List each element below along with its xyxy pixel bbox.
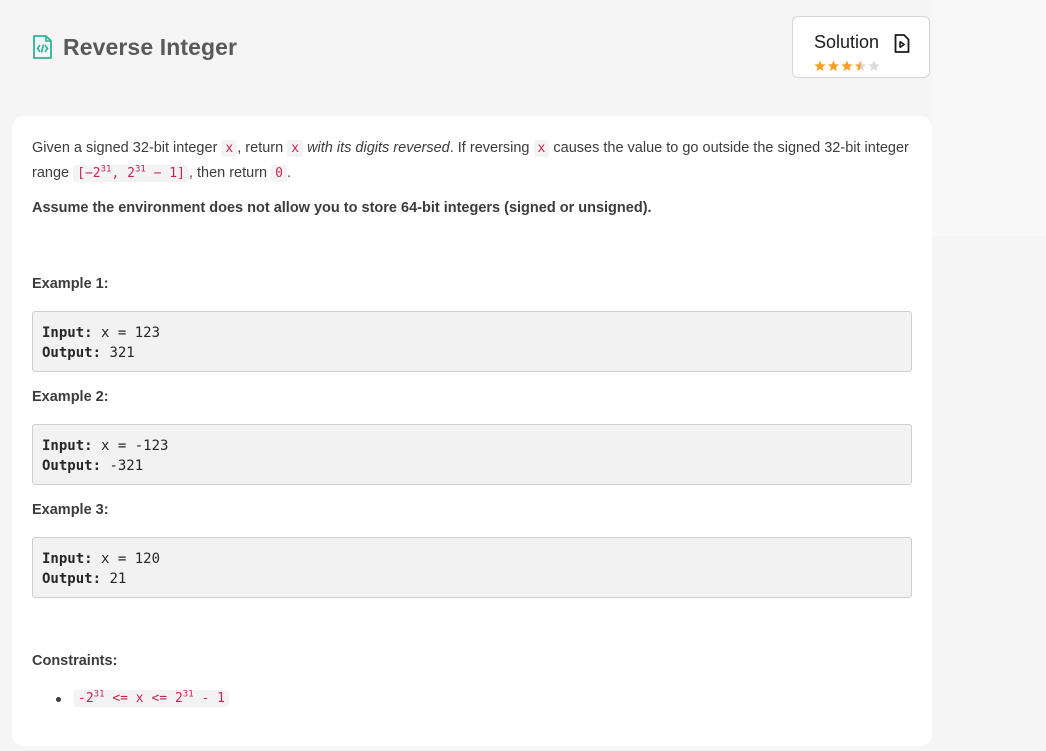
problem-statement: Given a signed 32-bit integer x, return … bbox=[32, 136, 912, 186]
right-pane-background bbox=[932, 0, 1046, 236]
code-x: x bbox=[533, 140, 550, 157]
example-2-block: Input: x = -123 Output: -321 bbox=[32, 424, 912, 485]
code-range: [−231, 231 − 1] bbox=[73, 165, 189, 182]
statement-text: . If reversing bbox=[449, 140, 534, 156]
constraint-code: -231 <= x <= 231 - 1 bbox=[74, 690, 229, 707]
document-icon bbox=[894, 34, 910, 58]
problem-header: Reverse Integer bbox=[32, 34, 237, 61]
code-file-icon bbox=[32, 35, 53, 60]
statement-text: , then return bbox=[188, 165, 272, 181]
solution-button[interactable]: Solution bbox=[792, 16, 930, 78]
problem-description-card: Given a signed 32-bit integer x, return … bbox=[12, 116, 932, 746]
constraints-label: Constraints: bbox=[32, 653, 118, 669]
example-2-label: Example 2: bbox=[32, 389, 109, 405]
code-x: x bbox=[287, 140, 304, 157]
storage-note: Assume the environment does not allow yo… bbox=[32, 200, 652, 216]
solution-button-label: Solution bbox=[814, 32, 880, 52]
code-zero: 0 bbox=[271, 165, 287, 182]
example-3-block: Input: x = 120 Output: 21 bbox=[32, 537, 912, 598]
example-1-label: Example 1: bbox=[32, 276, 109, 292]
statement-text: . bbox=[286, 165, 291, 181]
code-x: x bbox=[221, 140, 238, 157]
star-rating-icon bbox=[814, 60, 880, 71]
example-3-label: Example 3: bbox=[32, 502, 109, 518]
constraints-list: -231 <= x <= 231 - 1 bbox=[54, 686, 229, 711]
constraint-item: -231 <= x <= 231 - 1 bbox=[54, 686, 229, 711]
page-title: Reverse Integer bbox=[63, 34, 238, 60]
statement-text: , return bbox=[237, 140, 288, 156]
statement-italic: with its digits reversed bbox=[307, 140, 450, 156]
example-1-block: Input: x = 123 Output: 321 bbox=[32, 311, 912, 372]
statement-text: Given a signed 32-bit integer bbox=[32, 140, 222, 156]
rating-stars bbox=[814, 60, 882, 72]
